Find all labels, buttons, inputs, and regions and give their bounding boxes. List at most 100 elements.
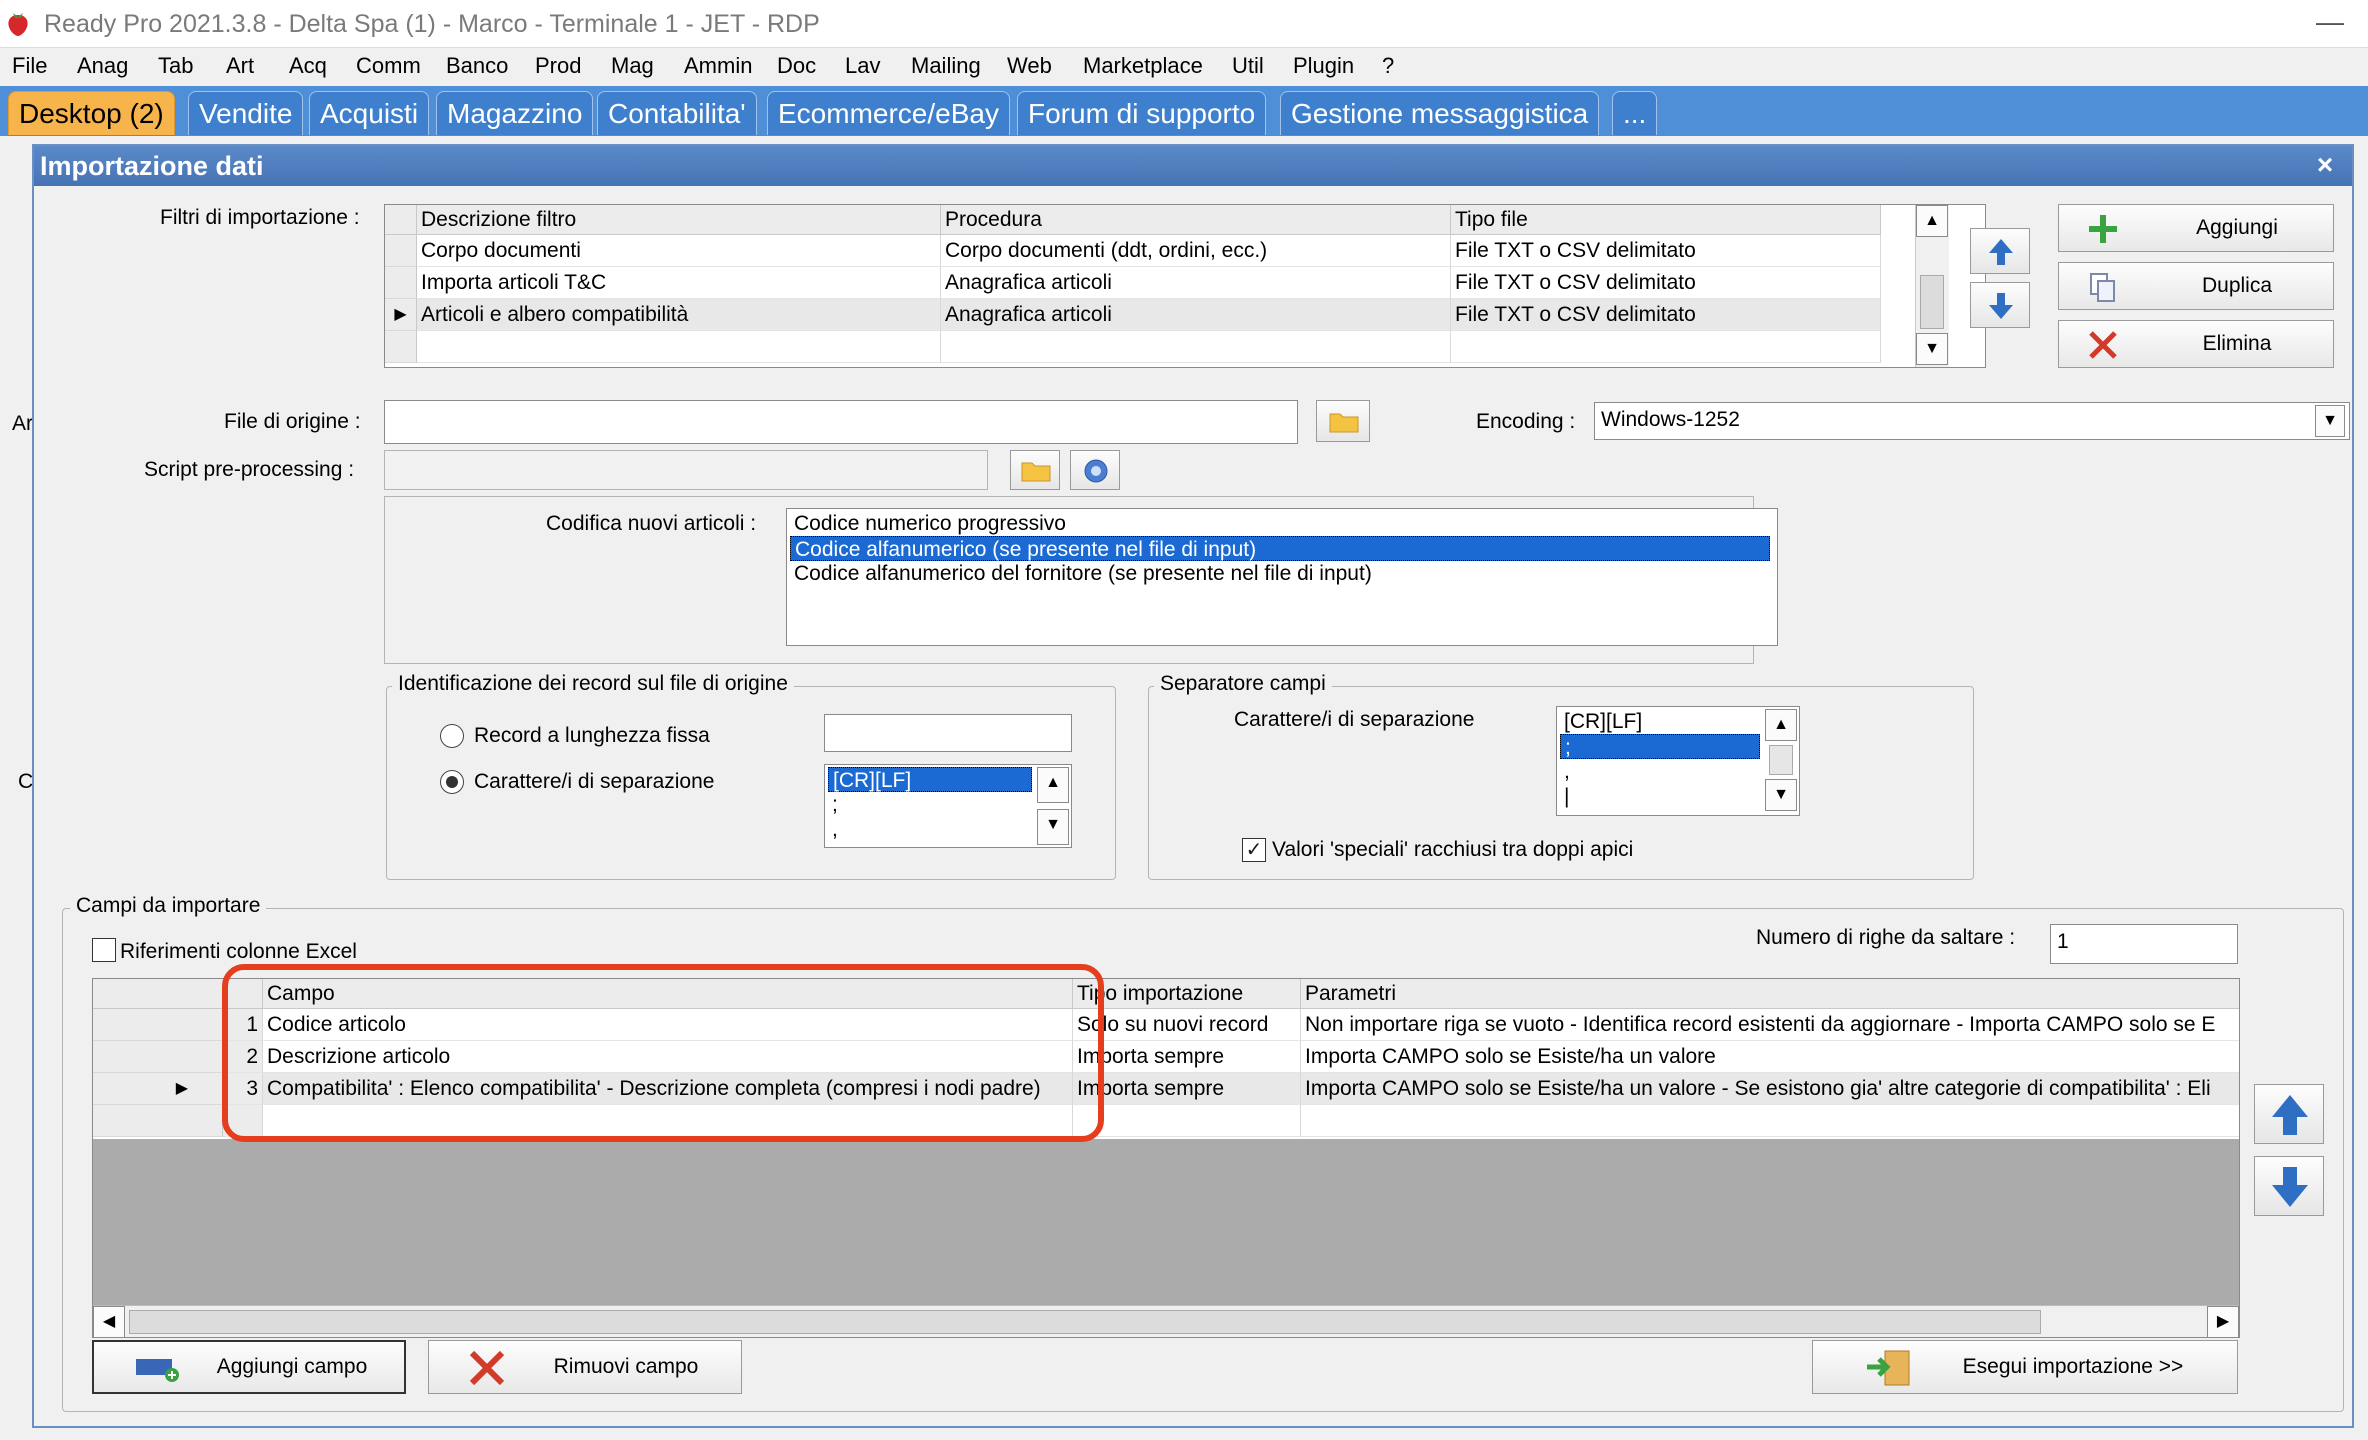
tab-ecommerce[interactable]: Ecommerce/eBay [767, 91, 1010, 135]
filter-row-1-procedure[interactable]: Corpo documenti (ddt, ordini, ecc.) [941, 235, 1451, 267]
fixed-length-input[interactable] [824, 714, 1072, 752]
scroll-up-icon[interactable]: ▲ [1916, 205, 1948, 237]
move-filter-down-button[interactable] [1970, 282, 2030, 328]
record-separator-list[interactable]: [CR][LF] ; , ▲ ▼ [824, 764, 1072, 848]
field-row-3-tipo[interactable]: Importa sempre [1073, 1073, 1301, 1105]
scroll-right-icon[interactable]: ▶ [2207, 1306, 2239, 1337]
scroll-up-icon[interactable]: ▲ [1765, 709, 1797, 741]
fields-grid[interactable]: Campo Tipo importazione Parametri 1 Codi… [92, 978, 2240, 1338]
field-sep-option-3[interactable]: , [1560, 759, 1760, 784]
filters-scrollbar[interactable]: ▲ ▼ [1915, 205, 1949, 367]
menu-banco[interactable]: Banco [446, 53, 508, 79]
tab-forum[interactable]: Forum di supporto [1017, 91, 1267, 135]
scroll-up-icon[interactable]: ▲ [1037, 767, 1069, 803]
tab-desktop[interactable]: Desktop (2) [8, 91, 175, 135]
menu-acq[interactable]: Acq [289, 53, 327, 79]
scroll-down-icon[interactable]: ▼ [1916, 333, 1948, 365]
scroll-down-icon[interactable]: ▼ [1765, 779, 1797, 811]
field-sep-option-2[interactable]: ; [1560, 734, 1760, 759]
move-field-down-button[interactable] [2254, 1156, 2324, 1216]
scroll-left-icon[interactable]: ◀ [93, 1306, 125, 1337]
menu-comm[interactable]: Comm [356, 53, 421, 79]
field-row-3-campo[interactable]: Compatibilita' : Elenco compatibilita' -… [263, 1073, 1073, 1105]
tab-acquisti[interactable]: Acquisti [309, 91, 430, 135]
menu-lav[interactable]: Lav [845, 53, 880, 79]
duplicate-filter-button[interactable]: Duplica [2058, 262, 2334, 310]
field-row-1-tipo[interactable]: Solo su nuovi record [1073, 1009, 1301, 1041]
scroll-down-icon[interactable]: ▼ [1037, 809, 1069, 845]
tab-vendite[interactable]: Vendite [188, 91, 304, 135]
scroll-thumb[interactable] [1920, 275, 1944, 329]
filter-row-2-filetype[interactable]: File TXT o CSV delimitato [1451, 267, 1881, 299]
tab-messaggistica[interactable]: Gestione messaggistica [1280, 91, 1600, 135]
add-filter-button[interactable]: Aggiungi [2058, 204, 2334, 252]
source-file-input[interactable] [384, 400, 1298, 444]
filter-row-2-description[interactable]: Importa articoli T&C [417, 267, 941, 299]
filter-row-3-procedure[interactable]: Anagrafica articoli [941, 299, 1451, 331]
filters-header-description[interactable]: Descrizione filtro [417, 205, 941, 235]
record-sep-option-3[interactable]: , [828, 817, 1032, 842]
fields-hscrollbar[interactable]: ◀ ▶ [93, 1305, 2239, 1337]
new-codes-option-1[interactable]: Codice numerico progressivo [790, 511, 1770, 536]
tab-magazzino[interactable]: Magazzino [436, 91, 594, 135]
filters-header-procedure[interactable]: Procedura [941, 205, 1451, 235]
menu-ammin[interactable]: Ammin [684, 53, 752, 79]
move-filter-up-button[interactable] [1970, 228, 2030, 274]
filter-row-2-procedure[interactable]: Anagrafica articoli [941, 267, 1451, 299]
filters-grid[interactable]: Descrizione filtro Procedura Tipo file C… [384, 204, 1986, 368]
add-field-button[interactable]: Aggiungi campo [92, 1340, 406, 1394]
script-input[interactable] [384, 450, 988, 490]
filter-row-3-description[interactable]: Articoli e albero compatibilità [417, 299, 941, 331]
script-help-button[interactable] [1070, 450, 1120, 490]
field-sep-option-1[interactable]: [CR][LF] [1560, 709, 1760, 734]
menu-marketplace[interactable]: Marketplace [1083, 53, 1203, 79]
browse-script-button[interactable] [1010, 450, 1060, 490]
hscroll-thumb[interactable] [129, 1310, 2041, 1334]
remove-field-button[interactable]: Rimuovi campo [428, 1340, 742, 1394]
fixed-length-radio[interactable] [440, 724, 464, 748]
menu-plugin[interactable]: Plugin [1293, 53, 1354, 79]
encoding-select[interactable]: Windows-1252 ▼ [1594, 402, 2350, 440]
menu-mag[interactable]: Mag [611, 53, 654, 79]
filter-row-1-description[interactable]: Corpo documenti [417, 235, 941, 267]
field-row-3-param[interactable]: Importa CAMPO solo se Esiste/ha un valor… [1301, 1073, 2239, 1105]
filters-header-filetype[interactable]: Tipo file [1451, 205, 1881, 235]
fields-header-tipo[interactable]: Tipo importazione [1073, 979, 1301, 1009]
menu-mailing[interactable]: Mailing [911, 53, 981, 79]
menu-doc[interactable]: Doc [777, 53, 816, 79]
chevron-down-icon[interactable]: ▼ [2315, 405, 2345, 437]
delete-filter-button[interactable]: Elimina [2058, 320, 2334, 368]
field-row-2-campo[interactable]: Descrizione articolo [263, 1041, 1073, 1073]
new-codes-list[interactable]: Codice numerico progressivo Codice alfan… [786, 508, 1778, 646]
filter-row-1-filetype[interactable]: File TXT o CSV delimitato [1451, 235, 1881, 267]
record-sep-option-2[interactable]: ; [828, 792, 1032, 817]
scroll-thumb[interactable] [1769, 745, 1793, 775]
menu-tab[interactable]: Tab [158, 53, 193, 79]
fields-header-parametri[interactable]: Parametri [1301, 979, 2239, 1009]
tab-more[interactable]: ... [1612, 91, 1658, 135]
browse-source-file-button[interactable] [1316, 400, 1370, 442]
tab-contabilita[interactable]: Contabilita' [597, 91, 757, 135]
skip-rows-input[interactable]: 1 [2050, 924, 2238, 964]
menu-prod[interactable]: Prod [535, 53, 581, 79]
menu-help[interactable]: ? [1382, 53, 1394, 79]
field-row-2-tipo[interactable]: Importa sempre [1073, 1041, 1301, 1073]
field-row-2-param[interactable]: Importa CAMPO solo se Esiste/ha un valor… [1301, 1041, 2239, 1073]
run-import-button[interactable]: Esegui importazione >> [1812, 1340, 2238, 1394]
field-row-1-campo[interactable]: Codice articolo [263, 1009, 1073, 1041]
separator-radio[interactable] [440, 770, 464, 794]
menu-util[interactable]: Util [1232, 53, 1264, 79]
move-field-up-button[interactable] [2254, 1084, 2324, 1144]
menu-anag[interactable]: Anag [77, 53, 128, 79]
filter-row-3-filetype[interactable]: File TXT o CSV delimitato [1451, 299, 1881, 331]
minimize-button[interactable]: — [2310, 4, 2350, 44]
excel-refs-checkbox[interactable] [92, 938, 116, 962]
field-separator-list[interactable]: [CR][LF] ; , | ▲ ▼ [1556, 706, 1800, 816]
menu-web[interactable]: Web [1007, 53, 1052, 79]
new-codes-option-3[interactable]: Codice alfanumerico del fornitore (se pr… [790, 561, 1770, 586]
menu-file[interactable]: File [12, 53, 47, 79]
field-sep-option-4[interactable]: | [1560, 784, 1760, 809]
menu-art[interactable]: Art [226, 53, 254, 79]
fields-header-campo[interactable]: Campo [263, 979, 1073, 1009]
new-codes-option-2[interactable]: Codice alfanumerico (se presente nel fil… [790, 536, 1770, 561]
